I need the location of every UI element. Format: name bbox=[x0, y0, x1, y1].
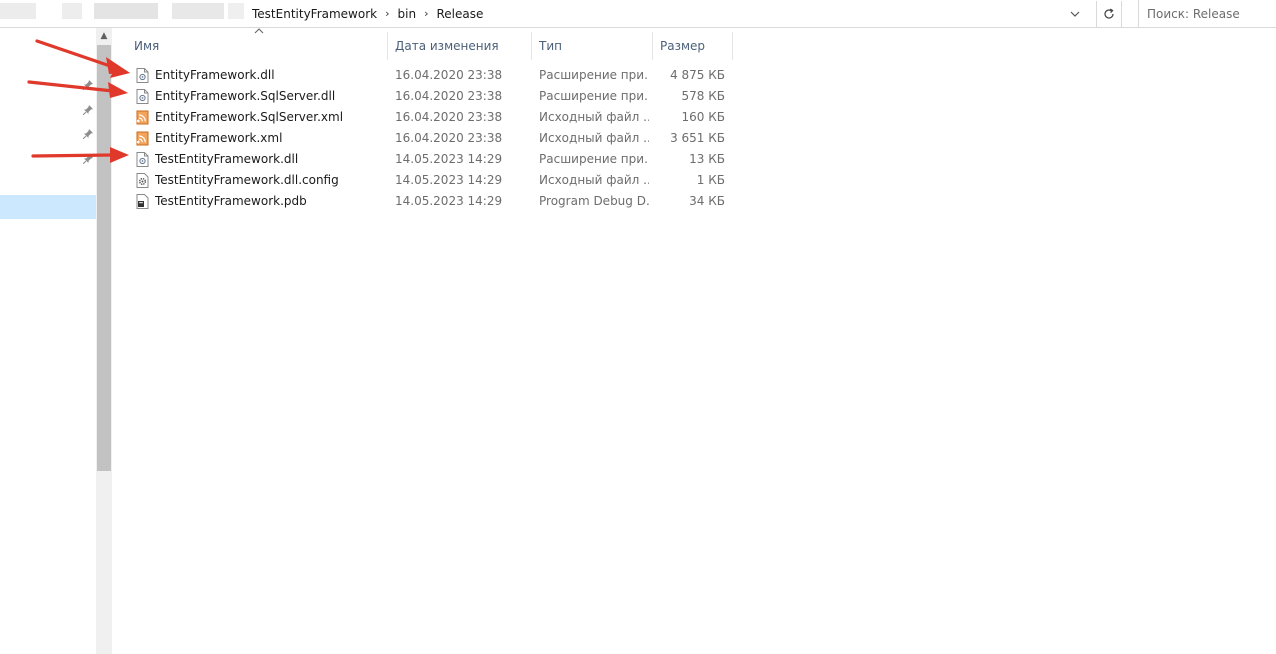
address-history-dropdown[interactable] bbox=[1064, 2, 1086, 26]
nav-scrollbar[interactable]: ▲ bbox=[96, 28, 112, 654]
column-header-date[interactable]: Дата изменения bbox=[387, 32, 532, 60]
address-toolbar: TestEntityFramework › bin › Release bbox=[0, 0, 1276, 28]
pin-icon[interactable] bbox=[82, 129, 94, 141]
pin-icon[interactable] bbox=[82, 105, 94, 117]
chevron-down-icon bbox=[1070, 11, 1080, 17]
file-name: EntityFramework.SqlServer.xml bbox=[155, 110, 344, 124]
file-name: EntityFramework.SqlServer.dll bbox=[155, 89, 336, 103]
file-size: 1 КБ bbox=[696, 173, 725, 187]
file-name: TestEntityFramework.dll bbox=[155, 152, 299, 166]
dll-icon bbox=[136, 152, 149, 167]
chevron-right-icon[interactable]: › bbox=[424, 7, 428, 20]
file-row[interactable]: EntityFramework.SqlServer.dll 16.04.2020 … bbox=[130, 86, 870, 107]
dll-icon bbox=[136, 68, 149, 83]
file-date: 16.04.2020 23:38 bbox=[395, 68, 503, 82]
file-date: 14.05.2023 14:29 bbox=[395, 194, 503, 208]
file-size: 13 КБ bbox=[689, 152, 725, 166]
nav-item-selected[interactable] bbox=[0, 195, 96, 219]
search-input[interactable] bbox=[1147, 6, 1275, 21]
blurred-path-segment bbox=[172, 3, 224, 19]
file-date: 14.05.2023 14:29 bbox=[395, 152, 503, 166]
file-type: Исходный файл ... bbox=[539, 173, 649, 187]
breadcrumb-item[interactable]: Release bbox=[436, 7, 483, 21]
file-list: Имя Дата изменения Тип Размер EntityFram… bbox=[112, 28, 1276, 654]
file-row[interactable]: EntityFramework.SqlServer.xml 16.04.2020 … bbox=[130, 107, 870, 128]
file-date: 16.04.2020 23:38 bbox=[395, 89, 503, 103]
blurred-path-segment bbox=[228, 3, 244, 19]
breadcrumb-item[interactable]: TestEntityFramework bbox=[252, 7, 377, 21]
column-header-type[interactable]: Тип bbox=[531, 32, 653, 60]
file-size: 34 КБ bbox=[689, 194, 725, 208]
file-type: Расширение при... bbox=[539, 68, 649, 82]
column-header-name[interactable]: Имя bbox=[126, 32, 388, 60]
refresh-button[interactable] bbox=[1096, 1, 1122, 27]
pin-icon[interactable] bbox=[82, 80, 94, 92]
file-name: TestEntityFramework.pdb bbox=[155, 194, 307, 208]
blurred-path-segment bbox=[0, 3, 36, 19]
refresh-icon bbox=[1104, 8, 1114, 19]
file-name: EntityFramework.dll bbox=[155, 68, 275, 82]
file-row[interactable]: EntityFramework.dll 16.04.2020 23:38 Расши… bbox=[130, 65, 870, 86]
file-type: Program Debug D... bbox=[539, 194, 649, 208]
file-type: Исходный файл ... bbox=[539, 110, 649, 124]
file-size: 160 КБ bbox=[681, 110, 725, 124]
config-icon bbox=[136, 173, 149, 188]
navigation-pane bbox=[0, 28, 96, 654]
pin-icon[interactable] bbox=[82, 154, 94, 166]
file-row[interactable]: TestEntityFramework.pdb 14.05.2023 14:29 P… bbox=[130, 191, 870, 212]
breadcrumb: TestEntityFramework › bin › Release bbox=[252, 0, 483, 27]
dll-icon bbox=[136, 89, 149, 104]
file-size: 4 875 КБ bbox=[670, 68, 725, 82]
scrollbar-thumb[interactable] bbox=[97, 45, 111, 471]
pdb-icon bbox=[136, 194, 149, 209]
blurred-path-segment bbox=[94, 3, 158, 19]
address-bar[interactable]: TestEntityFramework › bin › Release bbox=[0, 0, 1094, 27]
scroll-up-arrow-icon[interactable]: ▲ bbox=[96, 28, 112, 44]
file-type: Расширение при... bbox=[539, 152, 649, 166]
chevron-right-icon[interactable]: › bbox=[385, 7, 389, 20]
file-size: 578 КБ bbox=[681, 89, 725, 103]
breadcrumb-item[interactable]: bin bbox=[398, 7, 417, 21]
file-size: 3 651 КБ bbox=[670, 131, 725, 145]
file-date: 16.04.2020 23:38 bbox=[395, 131, 503, 145]
file-date: 16.04.2020 23:38 bbox=[395, 110, 503, 124]
file-row[interactable]: TestEntityFramework.dll.config 14.05.2023… bbox=[130, 170, 870, 191]
blurred-path-segment bbox=[62, 3, 82, 19]
file-row[interactable]: TestEntityFramework.dll 14.05.2023 14:29 Р… bbox=[130, 149, 870, 170]
search-box[interactable] bbox=[1138, 0, 1276, 27]
file-type: Расширение при... bbox=[539, 89, 649, 103]
file-type: Исходный файл ... bbox=[539, 131, 649, 145]
file-row[interactable]: EntityFramework.xml 16.04.2020 23:38 Исход… bbox=[130, 128, 870, 149]
column-header-size[interactable]: Размер bbox=[652, 32, 733, 60]
xml-icon bbox=[136, 110, 149, 125]
file-date: 14.05.2023 14:29 bbox=[395, 173, 503, 187]
file-name: EntityFramework.xml bbox=[155, 131, 283, 145]
file-name: TestEntityFramework.dll.config bbox=[155, 173, 339, 187]
xml-icon bbox=[136, 131, 149, 146]
